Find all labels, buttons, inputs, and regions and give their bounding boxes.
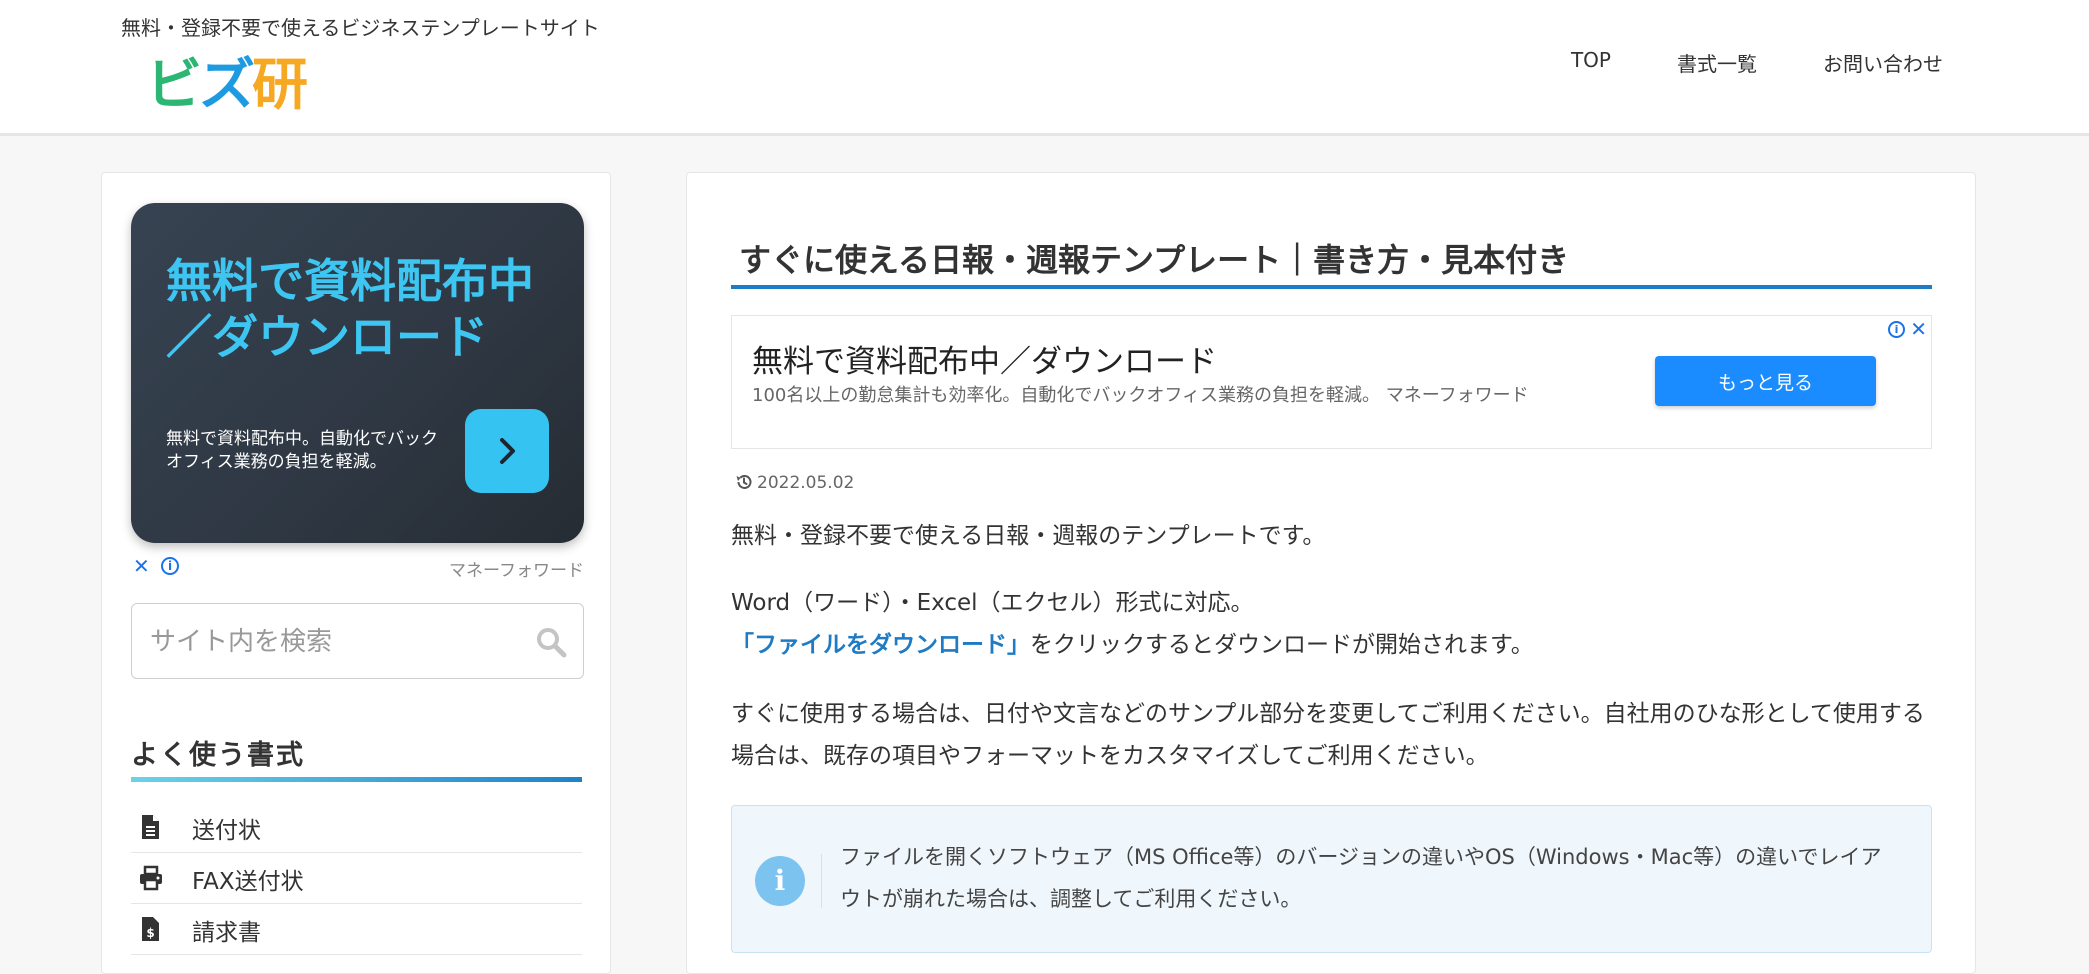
- download-instructions: をクリックするとダウンロードが開始されます。: [1030, 632, 1534, 658]
- sidebar-ad-arrow-button[interactable]: [465, 409, 549, 493]
- list-item-label[interactable]: 請求書: [192, 913, 261, 947]
- list-item-label[interactable]: FAX送付状: [192, 862, 304, 896]
- widget-title-underline: [131, 777, 582, 782]
- common-forms-list: 送付状 FAX送付状 $ 請求書: [131, 802, 582, 955]
- logo-char-2: ズ: [199, 53, 255, 118]
- native-ad-headline[interactable]: 無料で資料配布中／ダウンロード: [752, 336, 1217, 381]
- sidebar-ad-card[interactable]: 無料で資料配布中／ダウンロード 無料で資料配布中。自動化でバックオフィス業務の負…: [131, 203, 584, 543]
- logo-char-1: ビ: [146, 53, 202, 118]
- page-title-underline: [731, 285, 1932, 289]
- usage-text: すぐに使用する場合は、日付や文言などのサンプル部分を変更してご利用ください。自社…: [731, 701, 1925, 769]
- native-ad-description: 100名以上の勤怠集計も効率化。自動化でバックオフィス業務の負担を軽減。 マネー…: [752, 385, 1529, 406]
- info-box-divider: [821, 854, 822, 908]
- site-tagline: 無料・登録不要で使えるビジネステンプレートサイト: [121, 16, 600, 40]
- sidebar: 無料で資料配布中／ダウンロード 無料で資料配布中。自動化でバックオフィス業務の負…: [101, 172, 611, 974]
- post-date: 2022.05.02: [735, 473, 854, 493]
- svg-text:$: $: [146, 926, 154, 940]
- sidebar-ad-title: 無料で資料配布中／ダウンロード: [166, 254, 534, 364]
- native-ad[interactable]: 無料で資料配布中／ダウンロード 100名以上の勤怠集計も効率化。自動化でバックオ…: [731, 315, 1932, 449]
- site-header: 無料・登録不要で使えるビジネステンプレートサイト ビ ズ 研 TOP 書式一覧 …: [0, 0, 2089, 136]
- sidebar-ad-advertiser[interactable]: マネーフォワード: [449, 556, 584, 581]
- page-title: すぐに使える日報・週報テンプレート｜書き方・見本付き: [739, 241, 1570, 279]
- site-search: [131, 603, 584, 679]
- logo-char-3: 研: [252, 53, 308, 118]
- printer-icon: [140, 865, 162, 891]
- ad-info-icon[interactable]: i: [161, 557, 179, 575]
- list-item-label[interactable]: 送付状: [192, 811, 261, 845]
- global-nav: TOP 書式一覧 お問い合わせ: [1505, 48, 1943, 77]
- close-ad-icon[interactable]: ✕: [133, 554, 150, 578]
- list-item[interactable]: 送付状: [131, 802, 582, 853]
- history-icon: [736, 475, 752, 489]
- nav-top[interactable]: TOP: [1571, 48, 1611, 77]
- list-item[interactable]: $ 請求書: [131, 904, 582, 955]
- ad-info-icon[interactable]: i: [1888, 321, 1905, 338]
- search-icon[interactable]: [535, 626, 567, 658]
- site-logo[interactable]: ビ ズ 研: [146, 53, 308, 118]
- post-date-value: 2022.05.02: [757, 473, 855, 493]
- sidebar-ad-description: 無料で資料配布中。自動化でバックオフィス業務の負担を軽減。: [166, 429, 438, 472]
- main-content: すぐに使える日報・週報テンプレート｜書き方・見本付き 無料で資料配布中／ダウンロ…: [686, 172, 1976, 974]
- sidebar-ad-meta: ✕ i マネーフォワード: [131, 554, 584, 581]
- info-box: i ファイルを開くソフトウェア（MS Office等）のバージョンの違いやOS（…: [731, 805, 1932, 953]
- list-item[interactable]: FAX送付状: [131, 853, 582, 904]
- intro-text: 無料・登録不要で使える日報・週報のテンプレートです。: [731, 523, 1326, 549]
- more-button[interactable]: もっと見る: [1655, 356, 1876, 406]
- close-ad-icon[interactable]: ✕: [1910, 317, 1927, 341]
- nav-format-list[interactable]: 書式一覧: [1677, 48, 1757, 77]
- nav-contact[interactable]: お問い合わせ: [1823, 48, 1943, 77]
- chevron-right-icon: [500, 438, 515, 464]
- info-box-text: ファイルを開くソフトウェア（MS Office等）のバージョンの違いやOS（Wi…: [840, 845, 1882, 911]
- format-paragraph: Word（ワード）・Excel（エクセル）形式に対応。 「ファイルをダウンロード…: [731, 582, 1936, 666]
- search-input[interactable]: [148, 622, 512, 662]
- info-icon: i: [755, 856, 805, 906]
- download-link[interactable]: 「ファイルをダウンロード」: [731, 632, 1030, 658]
- format-line: Word（ワード）・Excel（エクセル）形式に対応。: [731, 590, 1254, 616]
- invoice-icon: $: [142, 917, 159, 941]
- widget-title: よく使う書式: [131, 740, 305, 771]
- document-icon: [142, 815, 159, 839]
